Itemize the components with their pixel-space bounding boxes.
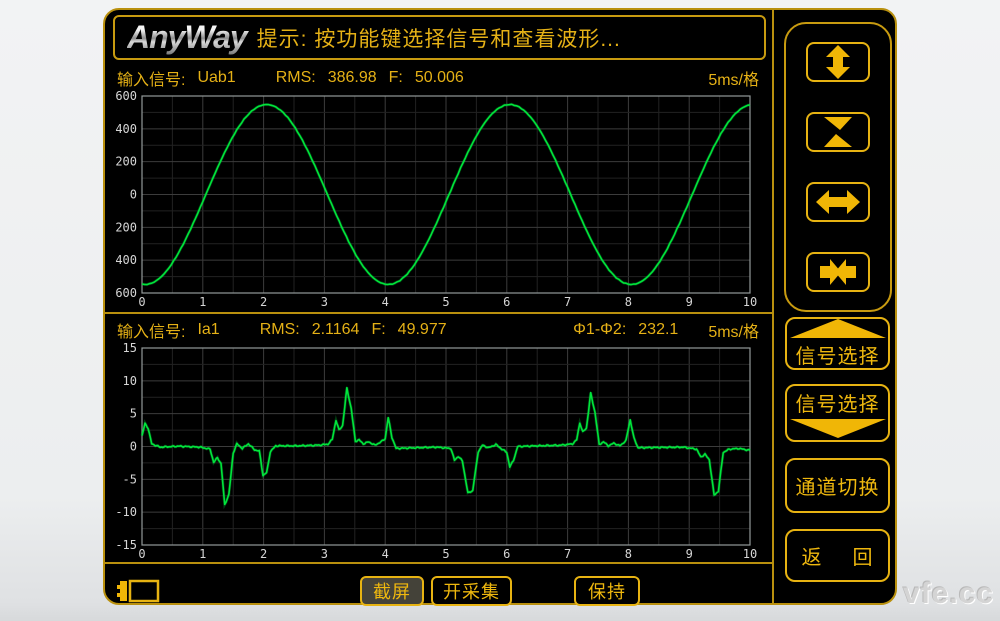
input-signal-label: 输入信号: — [117, 66, 185, 90]
expand-vertical-button[interactable] — [806, 42, 870, 82]
voltage-panel-header: 输入信号: Uab1 RMS: 386.98 F: 50.006 5ms/格 — [117, 66, 765, 90]
svg-text:5: 5 — [442, 547, 449, 561]
back-label-right: 回 — [853, 541, 874, 570]
compress-horizontal-icon — [816, 257, 860, 287]
hold-button[interactable]: 保持 — [574, 576, 640, 606]
back-button[interactable]: 返 回 — [785, 529, 890, 582]
svg-text:4: 4 — [382, 295, 389, 309]
svg-text:7: 7 — [564, 547, 571, 561]
watermark: vfe.cc — [903, 577, 994, 611]
svg-text:0: 0 — [138, 547, 145, 561]
rms-value: 386.98 — [328, 69, 377, 87]
compress-vertical-button[interactable] — [806, 112, 870, 152]
freq-label: F: — [389, 69, 403, 87]
timebase-label: 5ms/格 — [708, 66, 759, 90]
svg-text:5: 5 — [130, 407, 137, 421]
signal-name: Ia1 — [197, 321, 219, 339]
svg-text:9: 9 — [686, 547, 693, 561]
svg-text:9: 9 — [686, 295, 693, 309]
expand-horizontal-icon — [816, 187, 860, 217]
triangle-up-icon — [790, 319, 886, 338]
svg-text:10: 10 — [743, 547, 757, 561]
hint-text: 提示: 按功能键选择信号和查看波形... — [257, 23, 621, 53]
svg-text:4: 4 — [382, 547, 389, 561]
channel-switch-button[interactable]: 通道切换 — [785, 458, 890, 513]
channel-switch-label: 通道切换 — [796, 471, 880, 500]
svg-text:8: 8 — [625, 547, 632, 561]
signal-select-down-label: 信号选择 — [796, 388, 880, 417]
svg-text:600: 600 — [115, 89, 137, 103]
svg-text:2: 2 — [260, 295, 267, 309]
rms-label: RMS: — [276, 69, 316, 87]
svg-text:3: 3 — [321, 547, 328, 561]
phase-value: 232.1 — [638, 321, 678, 339]
panel-divider — [105, 312, 774, 314]
compress-vertical-icon — [817, 115, 859, 149]
freq-label: F: — [371, 321, 385, 339]
svg-text:15: 15 — [123, 341, 137, 355]
rms-label: RMS: — [260, 321, 300, 339]
svg-text:0: 0 — [130, 440, 137, 454]
back-label-left: 返 — [802, 541, 823, 570]
svg-text:-200: -200 — [115, 220, 137, 234]
scale-button-group — [784, 22, 892, 312]
signal-select-up-label: 信号选择 — [796, 340, 880, 369]
rms-value: 2.1164 — [312, 321, 360, 339]
header: AnyWay 提示: 按功能键选择信号和查看波形... — [113, 15, 766, 60]
sidebar-divider — [772, 10, 774, 603]
signal-name: Uab1 — [197, 69, 235, 87]
svg-text:10: 10 — [123, 374, 137, 388]
svg-text:6: 6 — [503, 547, 510, 561]
svg-text:-5: -5 — [123, 472, 137, 486]
svg-text:6: 6 — [503, 295, 510, 309]
triangle-down-icon — [790, 419, 886, 438]
svg-text:7: 7 — [564, 295, 571, 309]
svg-text:0: 0 — [138, 295, 145, 309]
svg-text:2: 2 — [260, 547, 267, 561]
svg-text:-10: -10 — [115, 505, 137, 519]
svg-text:400: 400 — [115, 122, 137, 136]
compress-horizontal-button[interactable] — [806, 252, 870, 292]
svg-text:-600: -600 — [115, 286, 137, 300]
svg-text:1: 1 — [199, 547, 206, 561]
expand-horizontal-button[interactable] — [806, 182, 870, 222]
screenshot-button[interactable]: 截屏 — [360, 576, 424, 606]
svg-text:3: 3 — [321, 295, 328, 309]
svg-text:200: 200 — [115, 155, 137, 169]
start-acquisition-button[interactable]: 开采集 — [431, 576, 512, 606]
brand-logo: AnyWay — [127, 19, 257, 56]
svg-text:10: 10 — [743, 295, 757, 309]
input-signal-label: 输入信号: — [117, 318, 185, 342]
battery-plug-icon — [117, 578, 163, 604]
current-waveform-chart: 0 1 2 3 4 5 6 7 8 9 10 15 10 5 0 -5 -10 -15 — [115, 340, 765, 564]
freq-value: 50.006 — [415, 69, 464, 87]
signal-select-up-button[interactable]: 信号选择 — [785, 317, 890, 370]
expand-vertical-icon — [817, 45, 859, 79]
svg-text:-400: -400 — [115, 253, 137, 267]
svg-text:5: 5 — [442, 295, 449, 309]
freq-value: 49.977 — [398, 321, 447, 339]
timebase-label: 5ms/格 — [708, 318, 759, 342]
signal-select-down-button[interactable]: 信号选择 — [785, 384, 890, 442]
svg-text:-15: -15 — [115, 538, 137, 552]
current-panel-header: 输入信号: Ia1 RMS: 2.1164 F: 49.977 Φ1-Φ2: 2… — [117, 318, 765, 342]
svg-text:1: 1 — [199, 295, 206, 309]
svg-text:8: 8 — [625, 295, 632, 309]
bottom-bar: 截屏 开采集 保持 — [105, 564, 772, 605]
svg-text:0: 0 — [130, 188, 137, 202]
voltage-waveform-chart: 0 1 2 3 4 5 6 7 8 9 10 600 400 200 0 -200 -400 -600 — [115, 88, 765, 312]
analyzer-screen: AnyWay 提示: 按功能键选择信号和查看波形... 输入信号: Uab1 R… — [103, 8, 897, 605]
phase-label: Φ1-Φ2: — [573, 321, 626, 339]
